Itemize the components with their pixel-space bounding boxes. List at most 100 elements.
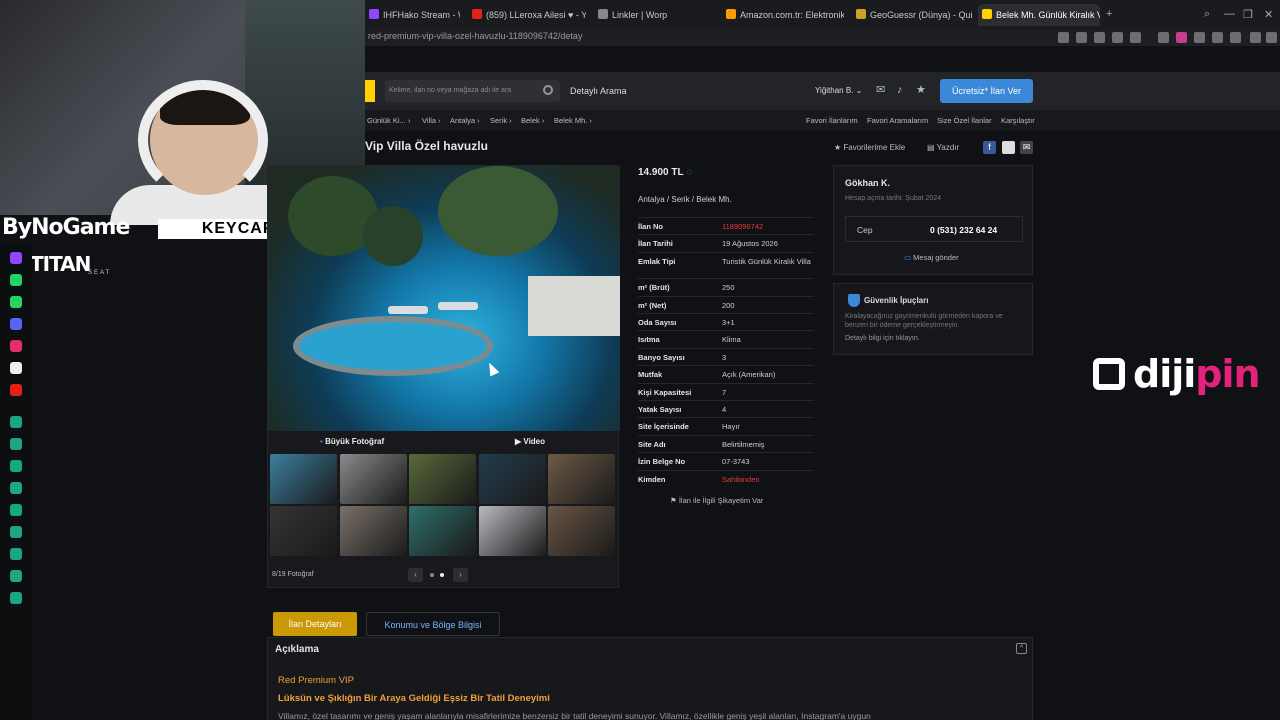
phone-number[interactable]: 0 (531) 232 64 24 xyxy=(930,225,997,235)
villa-wall xyxy=(528,276,620,336)
sidebar-icon[interactable] xyxy=(10,570,22,582)
video-tab[interactable]: ▶ Video xyxy=(515,437,545,446)
star-icon[interactable]: ★ xyxy=(916,85,927,96)
new-tab-icon[interactable]: + xyxy=(1106,8,1112,20)
breadcrumb-item[interactable]: Belek › xyxy=(521,116,544,125)
browser-tab[interactable]: GeoGuessr (Dünya) - Quiz xyxy=(852,4,972,26)
detail-row: Site Adı Belirtilmemiş xyxy=(638,434,814,453)
compare-link[interactable]: Karşılaştır xyxy=(1001,116,1035,125)
thumbnail[interactable] xyxy=(548,454,615,504)
minimize-icon[interactable]: — xyxy=(1224,8,1235,20)
breadcrumb-item[interactable]: Villa › xyxy=(422,116,441,125)
extension-icon[interactable] xyxy=(1158,32,1169,43)
sidebar-icon[interactable] xyxy=(10,592,22,604)
page-dot[interactable] xyxy=(430,573,434,577)
description-line: Villamız, özel tasarımı ve geniş yaşam a… xyxy=(278,711,871,720)
print-button[interactable]: ▤ Yazdır xyxy=(927,143,959,152)
extension-icon[interactable] xyxy=(1212,32,1223,43)
main-photo[interactable] xyxy=(268,166,620,431)
detail-row: Banyo Sayısı 3 xyxy=(638,347,814,366)
tab-listing-details[interactable]: İlan Detayları xyxy=(273,612,357,636)
browser-tab[interactable]: Linkler | Worp xyxy=(594,4,714,26)
sidebar-icon[interactable] xyxy=(10,482,22,494)
site-logo[interactable] xyxy=(365,80,375,102)
browser-tab[interactable]: (859) LLeroxa Ailesi ♥ - Y xyxy=(468,4,586,26)
browser-tab[interactable]: IHFHako Stream - Wat xyxy=(365,4,460,26)
favorite-listings-link[interactable]: Favori İlanlarım xyxy=(806,116,858,125)
add-favorite-button[interactable]: ★ Favorilerime Ekle xyxy=(834,143,905,152)
facebook-share-icon[interactable]: f xyxy=(983,141,996,154)
info-icon[interactable]: ◌ xyxy=(686,167,692,178)
ai-icon[interactable] xyxy=(1230,32,1241,43)
detail-key: Isıtma xyxy=(638,335,660,345)
big-photo-tab[interactable]: ▪ Büyük Fotoğraf xyxy=(320,437,384,446)
sidebar-icon[interactable] xyxy=(10,460,22,472)
detail-value: 3+1 xyxy=(722,318,735,327)
breadcrumb-item[interactable]: Günlük Ki... › xyxy=(367,116,410,125)
download-icon[interactable] xyxy=(1194,32,1205,43)
maximize-icon[interactable]: ❐ xyxy=(1243,8,1253,21)
breadcrumb-item[interactable]: Serik › xyxy=(490,116,512,125)
thumbnail[interactable] xyxy=(478,506,546,556)
pool-edge xyxy=(293,316,493,376)
sidebar-icon[interactable] xyxy=(10,526,22,538)
next-page-button[interactable]: › xyxy=(453,568,468,582)
prev-page-button[interactable]: ‹ xyxy=(408,568,423,582)
search-tabs-icon[interactable]: ⌕ xyxy=(1204,8,1210,21)
thumbnail[interactable] xyxy=(409,506,476,556)
tab-location-info[interactable]: Konumu ve Bölge Bilgisi xyxy=(366,612,500,636)
favorite-searches-link[interactable]: Favori Aramalarım xyxy=(867,116,928,125)
sidebar-icon[interactable] xyxy=(10,438,22,450)
extension-icon[interactable] xyxy=(1176,32,1187,43)
location[interactable]: Antalya / Serik / Belek Mh. xyxy=(638,195,732,204)
thumbnail[interactable] xyxy=(270,506,337,556)
mail-icon[interactable]: ✉ xyxy=(876,85,887,96)
email-share-icon[interactable]: ✉ xyxy=(1020,141,1033,154)
send-message-button[interactable]: ▭ Mesaj gönder xyxy=(904,253,959,262)
thumbnail[interactable] xyxy=(270,454,337,504)
breadcrumb-item[interactable]: Antalya › xyxy=(450,116,480,125)
search-input[interactable]: Kelime, ilan no veya mağaza adı ile ara xyxy=(385,80,560,102)
play-icon[interactable] xyxy=(1112,32,1123,43)
user-menu[interactable]: Yiğithan B. ⌄ xyxy=(815,86,862,95)
extension-icon[interactable] xyxy=(1250,32,1261,43)
special-listings-link[interactable]: Size Özel İlanlar xyxy=(937,116,992,125)
heart-icon[interactable] xyxy=(1130,32,1141,43)
detail-key: Banyo Sayısı xyxy=(638,352,685,362)
tab-favicon xyxy=(369,9,379,19)
sidebar-icon[interactable] xyxy=(10,548,22,560)
collapse-icon[interactable]: ^ xyxy=(1016,643,1027,654)
thumbnail[interactable] xyxy=(339,506,407,556)
complaint-link[interactable]: ⚑ İlan ile İlgili Şikayetim Var xyxy=(670,496,763,505)
close-icon[interactable]: ✕ xyxy=(1264,8,1273,21)
sponsor-seat: SEAT xyxy=(88,270,112,276)
seller-name[interactable]: Gökhan K. xyxy=(845,178,890,188)
safety-tips-text: Kiralayacağınız gayrimenkulü görmeden ka… xyxy=(845,313,1003,329)
menu-icon[interactable] xyxy=(1266,32,1277,43)
phone-box: Cep 0 (531) 232 64 24 xyxy=(845,216,1023,242)
detail-key: Site İçerisinde xyxy=(638,422,689,432)
extension-icon[interactable] xyxy=(1094,32,1105,43)
browser-tab-active[interactable]: Belek Mh. Günlük Kiralık V xyxy=(978,4,1100,26)
extension-icon[interactable] xyxy=(1058,32,1069,43)
safety-tips-link[interactable]: Detaylı bilgi için tıklayın. xyxy=(845,335,920,342)
thumbnail[interactable] xyxy=(478,454,546,504)
tab-favicon xyxy=(856,9,866,19)
x-share-icon[interactable] xyxy=(1002,141,1015,154)
url-text[interactable]: red-premium-vip-villa-ozel-havuzlu-11890… xyxy=(368,31,582,41)
sidebar-icon[interactable] xyxy=(10,416,22,428)
thumbnail[interactable] xyxy=(339,454,407,504)
page-dot-active[interactable] xyxy=(440,573,444,577)
extension-icon[interactable] xyxy=(1076,32,1087,43)
thumbnail[interactable] xyxy=(548,506,615,556)
bell-icon[interactable]: ♪ xyxy=(897,85,908,96)
search-icon[interactable] xyxy=(543,85,553,95)
breadcrumb-item[interactable]: Belek Mh. › xyxy=(554,116,592,125)
sidebar-icon[interactable] xyxy=(10,504,22,516)
price-value: 14.900 TL xyxy=(638,167,684,178)
detail-value: 1189096742 xyxy=(722,222,764,231)
post-listing-button[interactable]: Ücretsiz* İlan Ver xyxy=(940,79,1033,103)
detailed-search-link[interactable]: Detaylı Arama xyxy=(570,86,627,96)
browser-tab[interactable]: Amazon.com.tr: Elektronik xyxy=(722,4,844,26)
thumbnail[interactable] xyxy=(409,454,476,504)
